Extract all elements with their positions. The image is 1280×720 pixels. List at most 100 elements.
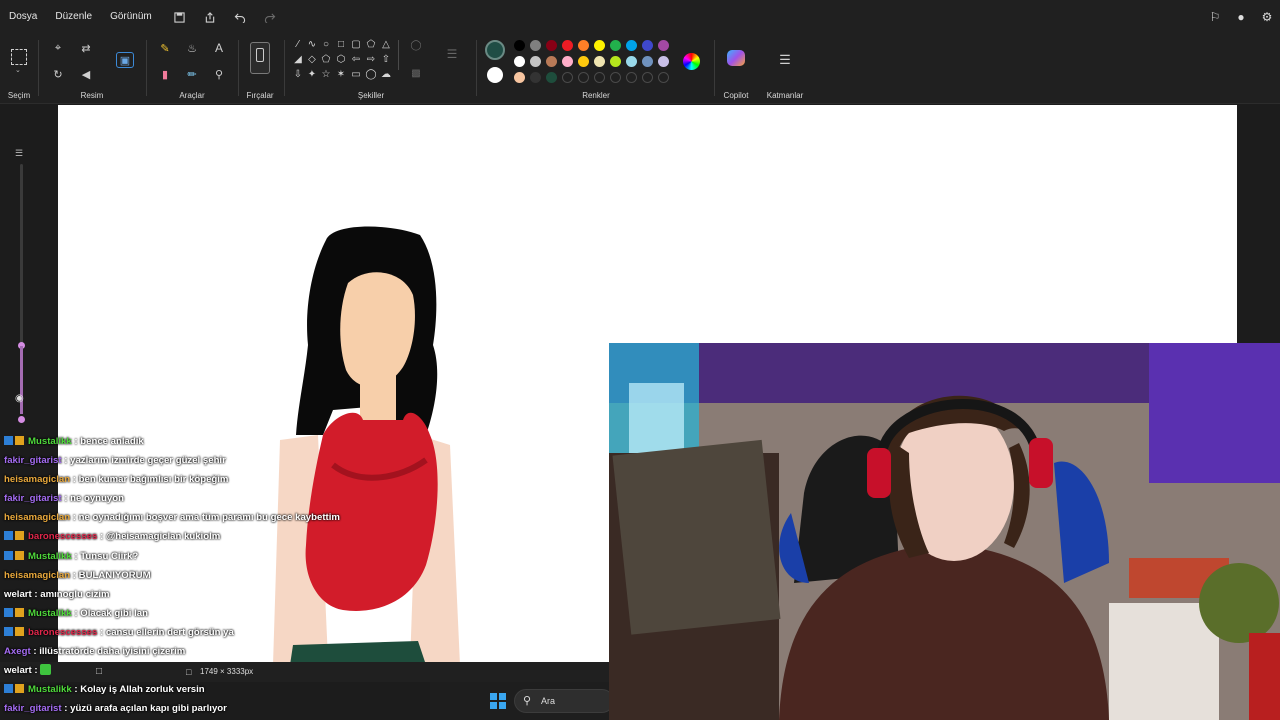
pentagon-shape-icon[interactable]: ⬠ <box>320 54 332 66</box>
color-swatch[interactable] <box>530 56 541 67</box>
copilot-icon[interactable] <box>727 50 745 66</box>
color-swatch[interactable] <box>642 40 653 51</box>
redo-icon[interactable] <box>259 6 281 28</box>
resize-icon[interactable]: ⇄ <box>77 40 95 56</box>
fill-style-icon[interactable]: ▩ <box>410 68 422 80</box>
color-swatch[interactable] <box>578 72 589 83</box>
callout-cloud-shape-icon[interactable]: ☁ <box>380 69 392 81</box>
menu-right-icons: ⚐ ● ⚙ <box>1202 0 1280 34</box>
secondary-color-swatch[interactable] <box>487 67 503 83</box>
text-icon[interactable]: A <box>210 40 228 56</box>
chat-message: heisamagiclan : ben kumar bağımlısı bir … <box>4 474 229 486</box>
flip-icon[interactable]: ◀ <box>77 66 95 82</box>
color-swatch[interactable] <box>514 40 525 51</box>
opacity-slider-thumb[interactable] <box>18 416 25 423</box>
chevron-down-icon[interactable]: ⌄ <box>15 66 21 74</box>
color-swatch[interactable] <box>610 72 621 83</box>
menu-view[interactable]: Görünüm <box>101 0 161 34</box>
callout-rect-shape-icon[interactable]: ▭ <box>350 69 362 81</box>
crop-icon[interactable]: ⌖ <box>49 40 67 56</box>
color-swatch[interactable] <box>610 40 621 51</box>
image-group: ⌖ ⇄ ↻ ◀ ▣ Resim <box>40 34 144 104</box>
tools-group: ✎ ♨ A ▮ ✏ ⚲ Araçlar <box>148 34 236 104</box>
color-swatch[interactable] <box>530 40 541 51</box>
brush-icon[interactable] <box>250 42 270 74</box>
polygon-shape-icon[interactable]: ⬠ <box>365 39 377 51</box>
star4-shape-icon[interactable]: ✦ <box>306 69 318 81</box>
color-swatch[interactable] <box>594 72 605 83</box>
feedback-icon[interactable]: ⚐ <box>1202 10 1228 24</box>
pencil-icon[interactable]: ✎ <box>156 40 174 56</box>
rotate-icon[interactable]: ↻ <box>49 66 67 82</box>
chat-message: heisamagiclan : ne oynadığımı boşver ama… <box>4 512 340 524</box>
callout-oval-shape-icon[interactable]: ◯ <box>365 69 377 81</box>
color-swatch[interactable] <box>658 56 669 67</box>
line-shape-icon[interactable]: ⁄ <box>292 39 304 51</box>
color-picker-icon[interactable]: ✏ <box>183 66 201 82</box>
size-icon[interactable]: ☰ <box>446 48 458 60</box>
color-swatch[interactable] <box>514 72 525 83</box>
left-arrow-shape-icon[interactable]: ⇦ <box>350 54 362 66</box>
share-icon[interactable] <box>199 6 221 28</box>
edit-colors-icon[interactable] <box>683 53 700 70</box>
magnifier-icon[interactable]: ⚲ <box>210 66 228 82</box>
settings-icon[interactable]: ⚙ <box>1254 10 1280 24</box>
color-swatch[interactable] <box>546 56 557 67</box>
color-swatch[interactable] <box>594 56 605 67</box>
chat-badges-icon <box>4 527 28 546</box>
color-swatch[interactable] <box>562 72 573 83</box>
chat-message: baronescesses : @heisamagiclan kukiolm <box>0 527 610 546</box>
color-swatch[interactable] <box>642 56 653 67</box>
color-swatch[interactable] <box>514 56 525 67</box>
undo-icon[interactable] <box>229 6 251 28</box>
color-swatch[interactable] <box>578 40 589 51</box>
rounded-rect-shape-icon[interactable]: ▢ <box>350 39 362 51</box>
color-swatch[interactable] <box>610 56 621 67</box>
color-swatch[interactable] <box>642 72 653 83</box>
layers-icon[interactable]: ☰ <box>776 52 794 68</box>
up-arrow-shape-icon[interactable]: ⇧ <box>380 54 392 66</box>
right-arrow-shape-icon[interactable]: ⇨ <box>365 54 377 66</box>
chat-message: fakir_gitarist : yazlarım izmirde geçer … <box>4 455 226 467</box>
color-swatch[interactable] <box>658 72 669 83</box>
chat-message: Mustalikk : Tunsu Ciirk? <box>0 547 610 566</box>
star5-shape-icon[interactable]: ☆ <box>320 69 332 81</box>
color-swatch[interactable] <box>626 40 637 51</box>
fill-drop-icon[interactable]: ◉ <box>15 393 24 404</box>
diamond-shape-icon[interactable]: ◇ <box>306 54 318 66</box>
right-triangle-shape-icon[interactable]: ◢ <box>292 54 304 66</box>
account-icon[interactable]: ● <box>1228 10 1254 24</box>
color-swatch[interactable] <box>594 40 605 51</box>
eraser-icon[interactable]: ▮ <box>156 66 174 82</box>
oval-shape-icon[interactable]: ○ <box>320 39 332 51</box>
chat-message: Mustalikk : bence anladık <box>0 432 610 451</box>
zoom-in-icon[interactable]: ☰ <box>15 148 23 159</box>
chat-username: Mustalikk <box>28 607 72 619</box>
rectangle-shape-icon[interactable]: □ <box>335 39 347 51</box>
ribbon-toolbar: ⌄ Seçim ⌖ ⇄ ↻ ◀ ▣ Resim ✎ ♨ A ▮ ✏ ⚲ Araç… <box>0 34 1280 104</box>
curve-shape-icon[interactable]: ∿ <box>306 39 318 51</box>
color-swatch[interactable] <box>546 72 557 83</box>
color-swatch[interactable] <box>546 40 557 51</box>
chat-text: ne oynuyon <box>70 493 124 505</box>
save-icon[interactable] <box>169 6 191 28</box>
fill-icon[interactable]: ♨ <box>183 40 201 56</box>
image-select-icon[interactable]: ▣ <box>116 52 134 68</box>
down-arrow-shape-icon[interactable]: ⇩ <box>292 69 304 81</box>
hexagon-shape-icon[interactable]: ⬡ <box>335 54 347 66</box>
star6-shape-icon[interactable]: ✶ <box>335 69 347 81</box>
color-swatch[interactable] <box>626 56 637 67</box>
triangle-shape-icon[interactable]: △ <box>380 39 392 51</box>
zoom-slider[interactable] <box>18 164 25 414</box>
color-swatch[interactable] <box>578 56 589 67</box>
primary-color-swatch[interactable] <box>485 40 505 60</box>
color-swatch[interactable] <box>658 40 669 51</box>
color-swatch[interactable] <box>626 72 637 83</box>
menu-file[interactable]: Dosya <box>0 0 46 34</box>
color-swatch[interactable] <box>562 40 573 51</box>
color-swatch[interactable] <box>530 72 541 83</box>
menu-edit[interactable]: Düzenle <box>46 0 101 34</box>
outline-icon[interactable]: ◯ <box>410 40 422 52</box>
color-swatch[interactable] <box>562 56 573 67</box>
selection-icon[interactable] <box>11 49 27 65</box>
